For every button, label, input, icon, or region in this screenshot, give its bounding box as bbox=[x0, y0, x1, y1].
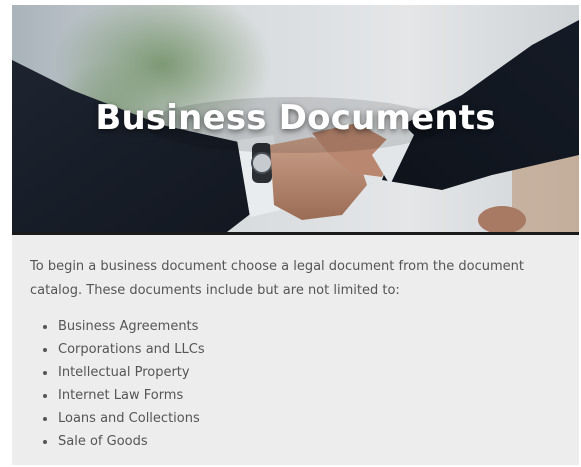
list-item-sale-of-goods: Sale of Goods bbox=[30, 430, 560, 453]
list-item-corporations-llcs: Corporations and LLCs bbox=[30, 338, 560, 361]
business-documents-card: Business Documents To begin a business d… bbox=[12, 5, 579, 465]
content-area: To begin a business document choose a le… bbox=[30, 255, 560, 453]
list-item-internet-law-forms: Internet Law Forms bbox=[30, 384, 560, 407]
bullet-icon bbox=[43, 371, 47, 375]
list-item-label: Intellectual Property bbox=[58, 365, 190, 380]
list-item-intellectual-property: Intellectual Property bbox=[30, 361, 560, 384]
intro-text: To begin a business document choose a le… bbox=[30, 259, 524, 298]
bullet-icon bbox=[43, 325, 47, 329]
list-item-label: Business Agreements bbox=[58, 319, 199, 334]
hero-banner: Business Documents bbox=[12, 5, 579, 232]
bullet-icon bbox=[43, 348, 47, 352]
hero-divider bbox=[12, 232, 579, 235]
list-item-label: Corporations and LLCs bbox=[58, 342, 205, 357]
list-item-loans-collections: Loans and Collections bbox=[30, 407, 560, 430]
list-item-business-agreements: Business Agreements bbox=[30, 315, 560, 338]
bullet-icon bbox=[43, 417, 47, 421]
bullet-icon bbox=[43, 440, 47, 444]
list-item-label: Sale of Goods bbox=[58, 434, 148, 449]
document-category-list: Business Agreements Corporations and LLC… bbox=[30, 315, 560, 453]
list-item-label: Loans and Collections bbox=[58, 411, 200, 426]
page-title: Business Documents bbox=[95, 98, 496, 138]
list-item-label: Internet Law Forms bbox=[58, 388, 184, 403]
bullet-icon bbox=[43, 394, 47, 398]
